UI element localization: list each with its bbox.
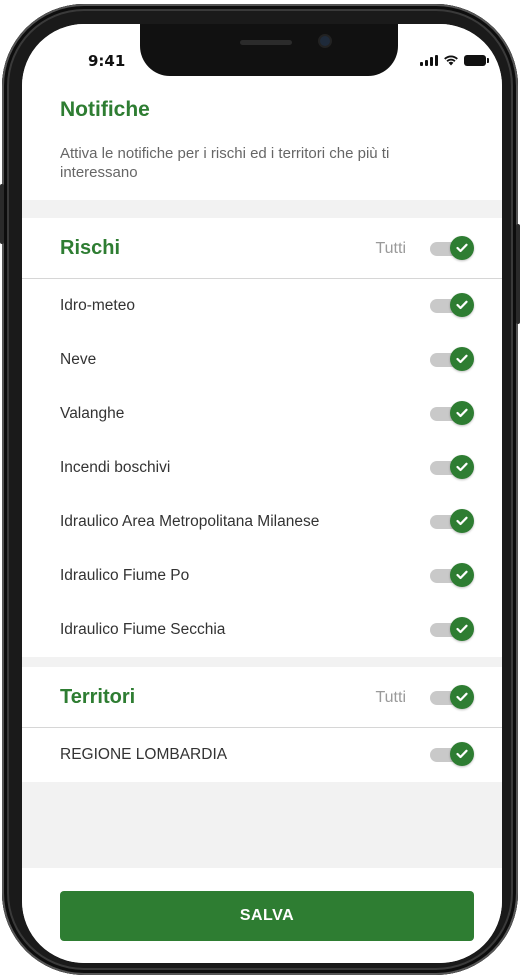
- territory-toggle[interactable]: [430, 742, 474, 766]
- risk-toggle[interactable]: [430, 617, 474, 641]
- row-label: Idraulico Fiume Secchia: [60, 621, 226, 638]
- check-icon: [450, 685, 474, 709]
- row-label: Idraulico Area Metropolitana Milanese: [60, 513, 320, 530]
- notch: [140, 24, 398, 76]
- all-label: Tutti: [375, 689, 406, 706]
- side-button: [0, 184, 4, 244]
- status-icons: [420, 54, 489, 66]
- section-title: Territori: [60, 686, 136, 708]
- territori-section: Territori Tutti REGIONE LOMBARDIA: [22, 667, 502, 782]
- list-item[interactable]: Idraulico Fiume Po: [22, 549, 502, 603]
- risk-toggle[interactable]: [430, 455, 474, 479]
- list-item[interactable]: Neve: [22, 333, 502, 387]
- territori-header: Territori Tutti: [22, 667, 502, 728]
- page-description: Attiva le notifiche per i rischi ed i te…: [60, 145, 390, 181]
- check-icon: [450, 293, 474, 317]
- list-item[interactable]: REGIONE LOMBARDIA: [22, 728, 502, 782]
- risk-toggle[interactable]: [430, 401, 474, 425]
- list-item[interactable]: Valanghe: [22, 387, 502, 441]
- risk-toggle[interactable]: [430, 509, 474, 533]
- check-icon: [450, 236, 474, 260]
- row-label: Idro-meteo: [60, 297, 135, 314]
- check-icon: [450, 563, 474, 587]
- row-label: Valanghe: [60, 405, 125, 422]
- all-label: Tutti: [375, 240, 406, 257]
- row-label: Neve: [60, 351, 97, 368]
- rischi-all-toggle[interactable]: [430, 236, 474, 260]
- check-icon: [450, 617, 474, 641]
- list-item[interactable]: Incendi boschivi: [22, 441, 502, 495]
- check-icon: [450, 401, 474, 425]
- list-item[interactable]: Idraulico Area Metropolitana Milanese: [22, 495, 502, 549]
- status-time: 9:41: [88, 52, 126, 70]
- save-button[interactable]: SALVA: [60, 891, 474, 941]
- risk-toggle[interactable]: [430, 347, 474, 371]
- speaker: [240, 40, 292, 45]
- battery-icon: [464, 55, 489, 66]
- check-icon: [450, 347, 474, 371]
- row-label: Incendi boschivi: [60, 459, 171, 476]
- page-header: Notifiche Attiva le notifiche per i risc…: [22, 92, 502, 200]
- phone-frame: 9:41 Notifiche Attiva le notifiche per i…: [0, 4, 520, 975]
- territori-all-toggle[interactable]: [430, 685, 474, 709]
- rischi-header: Rischi Tutti: [22, 218, 502, 279]
- risk-toggle[interactable]: [430, 563, 474, 587]
- screen: 9:41 Notifiche Attiva le notifiche per i…: [22, 24, 502, 963]
- check-icon: [450, 455, 474, 479]
- list-item[interactable]: Idro-meteo: [22, 279, 502, 333]
- rischi-section: Rischi Tutti Idro-meteo Neve Valanghe In…: [22, 218, 502, 657]
- section-title: Rischi: [60, 237, 121, 259]
- list-item[interactable]: Idraulico Fiume Secchia: [22, 603, 502, 657]
- risk-toggle[interactable]: [430, 293, 474, 317]
- check-icon: [450, 509, 474, 533]
- row-label: REGIONE LOMBARDIA: [60, 746, 228, 763]
- page-title: Notifiche: [60, 98, 150, 121]
- row-label: Idraulico Fiume Po: [60, 567, 190, 584]
- camera: [320, 36, 330, 46]
- wifi-icon: [444, 55, 458, 66]
- check-icon: [450, 742, 474, 766]
- signal-icon: [420, 55, 438, 66]
- status-bar: 9:41: [22, 24, 502, 92]
- side-button: [516, 224, 520, 324]
